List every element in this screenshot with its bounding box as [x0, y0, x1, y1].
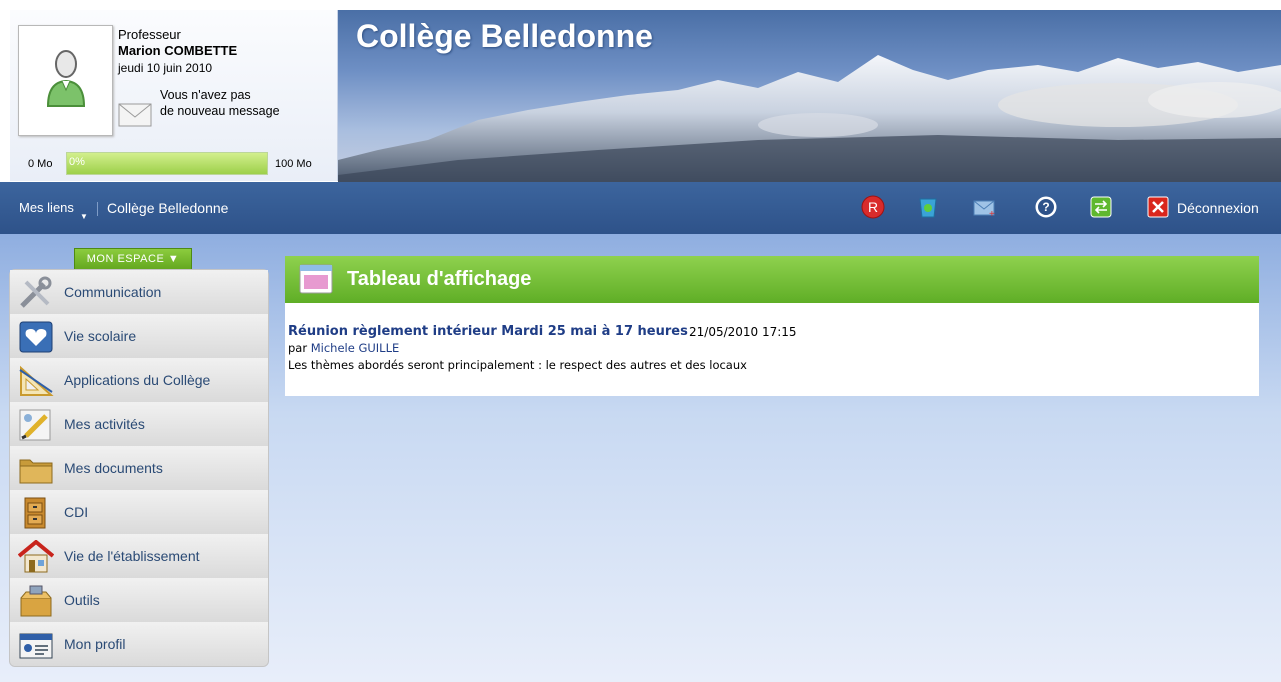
- news-title-link[interactable]: Réunion règlement intérieur Mardi 25 mai…: [288, 324, 688, 339]
- sidebar-item-label: Applications du Collège: [64, 372, 211, 388]
- svg-text:?: ?: [1042, 200, 1049, 214]
- quota-percent: 0%: [69, 156, 85, 168]
- switch-icon[interactable]: [1089, 195, 1113, 219]
- news-author-link[interactable]: Michele GUILLE: [311, 341, 400, 355]
- current-date: jeudi 10 juin 2010: [118, 61, 213, 75]
- svg-text:+: +: [989, 209, 995, 219]
- sidebar-item-label: Vie scolaire: [64, 328, 137, 344]
- sidebar-item-label: Outils: [64, 592, 100, 608]
- message-status-line2: de nouveau message: [160, 104, 280, 118]
- sidebar-item-applications[interactable]: Applications du Collège: [10, 358, 268, 403]
- logout-link[interactable]: Déconnexion: [1177, 200, 1259, 216]
- svg-text:R: R: [868, 199, 878, 215]
- pencil-board-icon: [19, 409, 51, 441]
- message-status-line1: Vous n'avez pas: [160, 88, 251, 102]
- news-author-line: par Michele GUILLE: [288, 341, 399, 355]
- news-by-prefix: par: [288, 341, 308, 355]
- sidebar-item-label: Communication: [64, 284, 162, 300]
- sidebar-item-mon-profil[interactable]: Mon profil: [10, 622, 268, 666]
- sidebar-item-mes-documents[interactable]: Mes documents: [10, 446, 268, 491]
- notice-board-header: Tableau d'affichage: [285, 256, 1259, 303]
- cabinet-icon: [24, 497, 46, 529]
- nav-divider: [97, 202, 98, 216]
- house-icon: [18, 540, 54, 573]
- help-icon[interactable]: ?: [1034, 195, 1058, 219]
- user-role: Professeur: [118, 27, 181, 42]
- header: Professeur Marion COMBETTE jeudi 10 juin…: [0, 0, 1281, 182]
- r-badge-icon[interactable]: R: [861, 195, 885, 219]
- user-panel: Professeur Marion COMBETTE jeudi 10 juin…: [10, 10, 338, 181]
- sidebar-item-label: Vie de l'établissement: [64, 548, 200, 564]
- sidebar-item-label: Mon profil: [64, 636, 126, 652]
- quota-max-label: 100 Mo: [275, 158, 312, 170]
- sidebar-item-outils[interactable]: Outils: [10, 578, 268, 623]
- sidebar-item-mes-activites[interactable]: Mes activités: [10, 402, 268, 447]
- sidebar-item-label: Mes documents: [64, 460, 163, 476]
- sidebar-item-communication[interactable]: Communication: [10, 270, 268, 315]
- chevron-down-icon[interactable]: ▼: [80, 212, 88, 221]
- news-timestamp: 21/05/2010 17:15: [689, 325, 797, 339]
- mail-compose-icon[interactable]: +: [972, 195, 996, 219]
- logout-icon[interactable]: [1146, 195, 1170, 219]
- folder-icon: [19, 459, 53, 484]
- sidebar-item-label: CDI: [64, 504, 89, 520]
- tools-icon: [20, 276, 52, 308]
- avatar[interactable]: [18, 25, 113, 136]
- my-links-menu[interactable]: Mes liens: [19, 200, 74, 215]
- my-space-tab[interactable]: MON ESPACE ▼: [74, 248, 192, 270]
- top-nav-bar: Mes liens ▼ Collège Belledonne R + ? Déc…: [0, 182, 1281, 234]
- news-body: Les thèmes abordés seront principalement…: [288, 358, 747, 372]
- sidebar-item-label: Mes activités: [64, 416, 145, 432]
- user-silhouette-icon: [46, 50, 86, 107]
- sidebar-item-vie-etablissement[interactable]: Vie de l'établissement: [10, 534, 268, 579]
- notice-board-title: Tableau d'affichage: [347, 268, 532, 290]
- school-link[interactable]: Collège Belledonne: [107, 200, 228, 216]
- user-name: Marion COMBETTE: [118, 43, 238, 58]
- quota-progress-bar: 0%: [66, 152, 268, 175]
- window-icon: [299, 264, 333, 294]
- quota-min-label: 0 Mo: [28, 158, 53, 170]
- banner-image: Collège Belledonne: [338, 10, 1281, 182]
- notice-board: Tableau d'affichage Réunion règlement in…: [285, 256, 1259, 396]
- sidebar-menu: Communication Vie scolaire Applications …: [9, 269, 269, 667]
- toolbox-icon: [20, 585, 52, 617]
- mail-icon[interactable]: [118, 103, 152, 127]
- id-card-icon: [19, 633, 53, 659]
- set-square-icon: [19, 365, 54, 396]
- school-title: Collège Belledonne: [356, 18, 653, 54]
- main-content: MON ESPACE ▼ Communication Vie scolaire: [0, 234, 1281, 682]
- recycle-bin-icon[interactable]: [916, 195, 940, 219]
- heart-screen-icon: [19, 321, 53, 353]
- sidebar-item-cdi[interactable]: CDI: [10, 490, 268, 535]
- sidebar-item-vie-scolaire[interactable]: Vie scolaire: [10, 314, 268, 359]
